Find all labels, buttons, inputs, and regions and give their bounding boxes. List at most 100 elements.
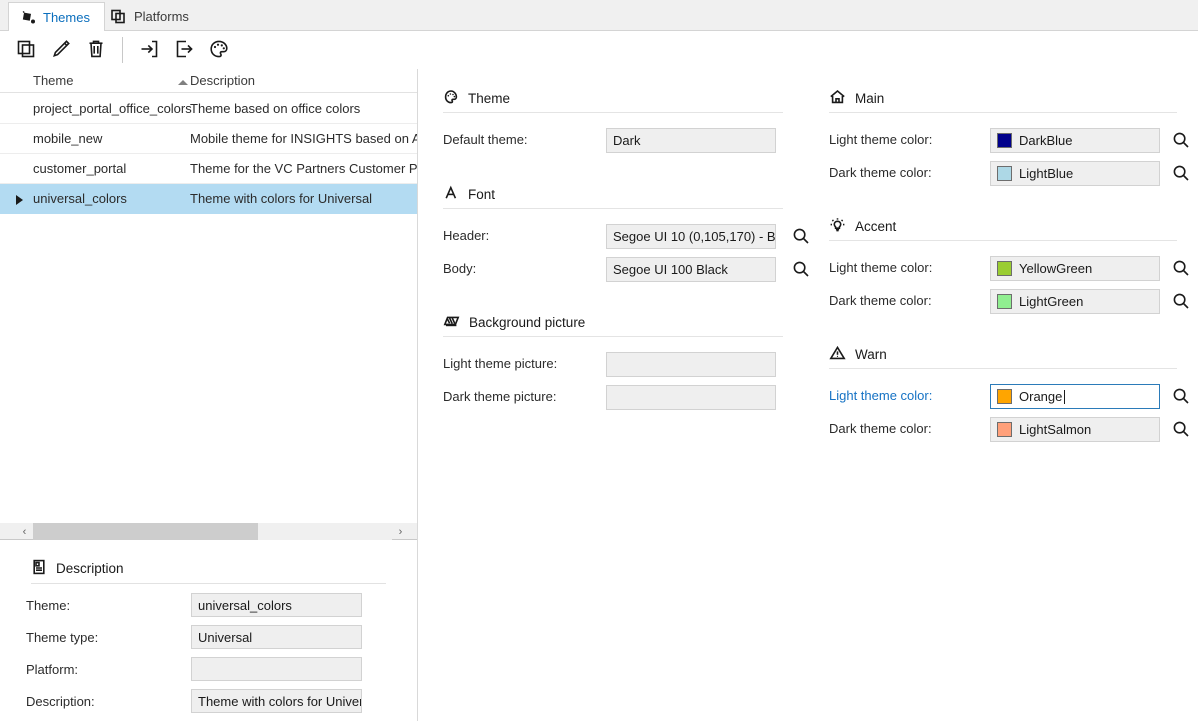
description-panel: Description Theme: universal_colors Them… (0, 541, 417, 721)
description-field[interactable]: Theme with colors for Universal (191, 689, 362, 713)
search-icon[interactable] (1170, 385, 1192, 407)
field-label: Light theme color: (829, 388, 932, 403)
field-label: Default theme: (443, 132, 528, 147)
tab-platforms-label: Platforms (134, 9, 189, 24)
field-theme-type: Theme type: Universal (0, 625, 417, 649)
tab-themes-label: Themes (43, 10, 90, 25)
copy-button[interactable] (10, 35, 42, 65)
palette-icon (208, 38, 230, 63)
row-theme-name: universal_colors (33, 191, 127, 206)
search-icon[interactable] (1170, 129, 1192, 151)
field-label: Theme type: (26, 630, 98, 645)
scroll-right-icon[interactable]: › (392, 523, 409, 540)
edit-button[interactable] (45, 35, 77, 65)
color-swatch (997, 422, 1012, 437)
theme-type-field[interactable]: Universal (191, 625, 362, 649)
warn-section-header: Warn (818, 343, 1198, 365)
field-description: Description: Theme with colors for Unive… (0, 689, 417, 713)
field-label: Dark theme color: (829, 421, 932, 436)
main-section-header: Main (818, 87, 1198, 109)
theme-list-hscrollbar[interactable]: ‹ › (0, 523, 417, 540)
field-header-font: Header: Segoe UI 10 (0,105,170) - Bol (418, 224, 817, 250)
hscrollbar-thumb[interactable] (33, 523, 258, 540)
color-name: LightSalmon (1019, 422, 1091, 437)
accent-light-color-field[interactable]: YellowGreen (990, 256, 1160, 281)
accent-section-rule (829, 240, 1177, 241)
field-theme: Theme: universal_colors (0, 593, 417, 617)
search-icon[interactable] (1170, 257, 1192, 279)
background-picture-section: Background picture Light theme picture: … (418, 311, 817, 411)
field-accent-dark-color: Dark theme color: LightGreen (818, 289, 1198, 315)
field-label: Light theme color: (829, 132, 932, 147)
table-row[interactable]: mobile_new Mobile theme for INSIGHTS bas… (0, 124, 417, 154)
theme-settings-pane: Theme Default theme: Dark Font (418, 69, 817, 721)
search-icon[interactable] (790, 258, 812, 280)
font-section-title: Font (468, 187, 495, 202)
description-section-rule (31, 583, 386, 584)
platform-field[interactable] (191, 657, 362, 681)
theme-name-field[interactable]: universal_colors (191, 593, 362, 617)
field-label: Dark theme picture: (443, 389, 556, 404)
dark-theme-picture-field[interactable] (606, 385, 776, 410)
import-icon (138, 38, 160, 63)
table-row-selected[interactable]: universal_colors Theme with colors for U… (0, 184, 417, 214)
color-name: LightBlue (1019, 166, 1073, 181)
delete-button[interactable] (80, 35, 112, 65)
field-default-theme: Default theme: Dark (418, 128, 817, 154)
accent-section-title: Accent (855, 219, 896, 234)
palette-button[interactable] (203, 35, 235, 65)
text-cursor (1064, 390, 1065, 404)
pencil-icon (50, 38, 72, 63)
row-theme-description: Mobile theme for INSIGHTS based on AGP (190, 131, 417, 146)
accent-section-header: Accent (818, 215, 1198, 237)
tab-themes[interactable]: Themes (8, 2, 105, 32)
theme-section-rule (443, 112, 783, 113)
row-theme-description: Theme with colors for Universal (190, 191, 417, 206)
field-accent-light-color: Light theme color: YellowGreen (818, 256, 1198, 282)
background-section-title: Background picture (469, 315, 585, 330)
warn-light-color-field[interactable]: Orange (990, 384, 1160, 409)
warn-section-title: Warn (855, 347, 887, 362)
field-label: Platform: (26, 662, 78, 677)
column-header-theme[interactable]: Theme (33, 73, 73, 88)
sort-ascending-icon (178, 80, 188, 85)
scroll-left-icon[interactable]: ‹ (16, 523, 33, 540)
tab-platforms[interactable]: Platforms (100, 2, 203, 31)
default-theme-field[interactable]: Dark (606, 128, 776, 153)
main-dark-color-field[interactable]: LightBlue (990, 161, 1160, 186)
field-light-theme-picture: Light theme picture: (418, 352, 817, 378)
warn-section-rule (829, 368, 1177, 369)
light-theme-picture-field[interactable] (606, 352, 776, 377)
accent-dark-color-field[interactable]: LightGreen (990, 289, 1160, 314)
color-name: LightGreen (1019, 294, 1083, 309)
lightbulb-icon (829, 217, 846, 236)
description-section-title: Description (56, 561, 124, 576)
color-name: Orange (1019, 389, 1062, 404)
header-font-field[interactable]: Segoe UI 10 (0,105,170) - Bol (606, 224, 776, 249)
picture-icon (443, 313, 460, 332)
search-icon[interactable] (1170, 162, 1192, 184)
warn-dark-color-field[interactable]: LightSalmon (990, 417, 1160, 442)
field-label: Body: (443, 261, 476, 276)
column-header-description[interactable]: Description (190, 73, 255, 88)
export-button[interactable] (168, 35, 200, 65)
accent-section: Accent Light theme color: YellowGreen Da… (818, 215, 1198, 315)
field-label: Header: (443, 228, 489, 243)
theme-list: Theme Description project_portal_office_… (0, 69, 417, 533)
row-theme-name: mobile_new (33, 131, 102, 146)
theme-section: Theme Default theme: Dark (418, 87, 817, 154)
table-row[interactable]: project_portal_office_colors Theme based… (0, 94, 417, 124)
font-section-header: Font (418, 183, 817, 205)
search-icon[interactable] (1170, 290, 1192, 312)
main-light-color-field[interactable]: DarkBlue (990, 128, 1160, 153)
search-icon[interactable] (790, 225, 812, 247)
field-warn-dark-color: Dark theme color: LightSalmon (818, 417, 1198, 443)
color-swatch (997, 133, 1012, 148)
import-button[interactable] (133, 35, 165, 65)
table-row[interactable]: customer_portal Theme for the VC Partner… (0, 154, 417, 184)
search-icon[interactable] (1170, 418, 1192, 440)
home-icon (829, 89, 846, 108)
color-swatch (997, 261, 1012, 276)
body-font-field[interactable]: Segoe UI 100 Black (606, 257, 776, 282)
font-section: Font Header: Segoe UI 10 (0,105,170) - B… (418, 183, 817, 283)
